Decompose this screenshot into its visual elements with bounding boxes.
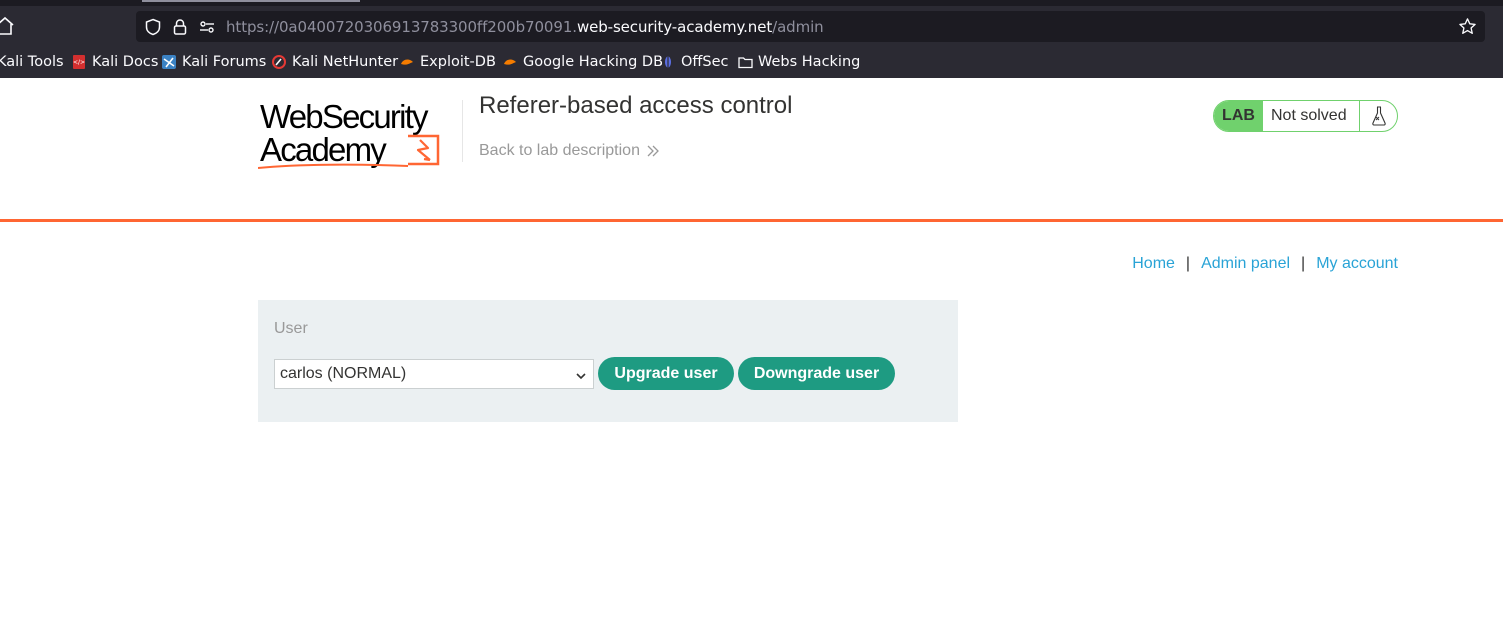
admin-user-panel: User carlos (NORMAL) Upgrade user Downgr… [258,300,958,422]
active-tab-indicator [142,0,360,2]
bookmark-label: OffSec [681,54,729,70]
bookmark-label: Exploit-DB [420,54,496,70]
lock-icon[interactable] [171,18,189,36]
lab-status-text: Not solved [1263,101,1360,131]
exploit-db-icon [400,55,414,69]
chevron-down-icon [575,369,587,387]
user-select[interactable]: carlos (NORMAL) [274,359,594,389]
lab-badge: LAB [1214,101,1263,131]
kali-docs-icon: </> [72,55,86,69]
offsec-icon [661,55,675,69]
flask-icon [1360,101,1397,131]
folder-icon [738,55,753,69]
logo-line1: WebSecurity [260,98,429,135]
bookmark-kali-forums[interactable]: Kali Forums [162,52,266,72]
url-text[interactable]: https://0a0400720306913783300ff200b70091… [226,18,824,36]
kali-nethunter-icon [272,55,286,69]
bookmark-label: Google Hacking DB [523,54,664,70]
bookmark-label: Webs Hacking [758,54,861,70]
kali-forums-icon [162,55,176,69]
back-link-label: Back to lab description [479,142,640,159]
home-icon[interactable] [0,16,14,36]
upgrade-user-button[interactable]: Upgrade user [598,357,734,390]
url-bar[interactable]: https://0a0400720306913783300ff200b70091… [136,11,1485,42]
nav-separator: | [1185,255,1191,272]
page-content: WebSecurity Academy Referer-based access… [0,78,1503,633]
downgrade-user-button[interactable]: Downgrade user [738,357,895,390]
url-prefix: https://0a0400720306913783300ff200b70091… [226,18,577,36]
bookmark-webs-hacking[interactable]: Webs Hacking [738,52,860,72]
permissions-icon[interactable] [198,18,216,36]
nav-home-link[interactable]: Home [1132,255,1175,273]
back-to-lab-description-link[interactable]: Back to lab description [479,142,660,160]
double-chevron-right-icon [647,145,659,157]
bookmark-google-hacking-db[interactable]: Google Hacking DB [503,52,663,72]
nav-separator: | [1301,255,1306,272]
bookmark-star-icon[interactable] [1458,17,1477,36]
lab-title: Referer-based access control [479,92,793,119]
bookmark-kali-nethunter[interactable]: Kali NetHunter [272,52,398,72]
browser-chrome: https://0a0400720306913783300ff200b70091… [0,0,1503,78]
bookmark-label: Kali Forums [182,54,267,70]
url-path: /admin [772,18,824,36]
lab-status-widget: LAB Not solved [1213,100,1398,132]
ghdb-icon [503,55,517,69]
shield-icon[interactable] [144,18,162,36]
bookmark-offsec[interactable]: OffSec [661,52,729,72]
user-select-value: carlos (NORMAL) [280,365,407,382]
logo-line2: Academy [260,131,387,168]
web-security-academy-logo[interactable]: WebSecurity Academy [257,98,462,170]
nav-admin-panel-link[interactable]: Admin panel [1201,255,1290,273]
header-divider [462,100,463,162]
nav-my-account-link[interactable]: My account [1316,255,1398,273]
header-accent-rule [0,219,1503,222]
bookmark-kali-docs[interactable]: </> Kali Docs [72,52,158,72]
bookmark-kali-tools[interactable]: Kali Tools [0,52,64,72]
top-navigation: Home | Admin panel | My account [1132,255,1398,273]
bookmark-label: Kali Tools [0,54,64,70]
user-field-label: User [274,320,308,337]
svg-text:</>: </> [73,59,85,66]
bookmark-label: Kali Docs [92,54,159,70]
url-host: web-security-academy.net [576,18,773,36]
bookmark-label: Kali NetHunter [292,54,399,70]
bookmark-exploit-db[interactable]: Exploit-DB [400,52,496,72]
